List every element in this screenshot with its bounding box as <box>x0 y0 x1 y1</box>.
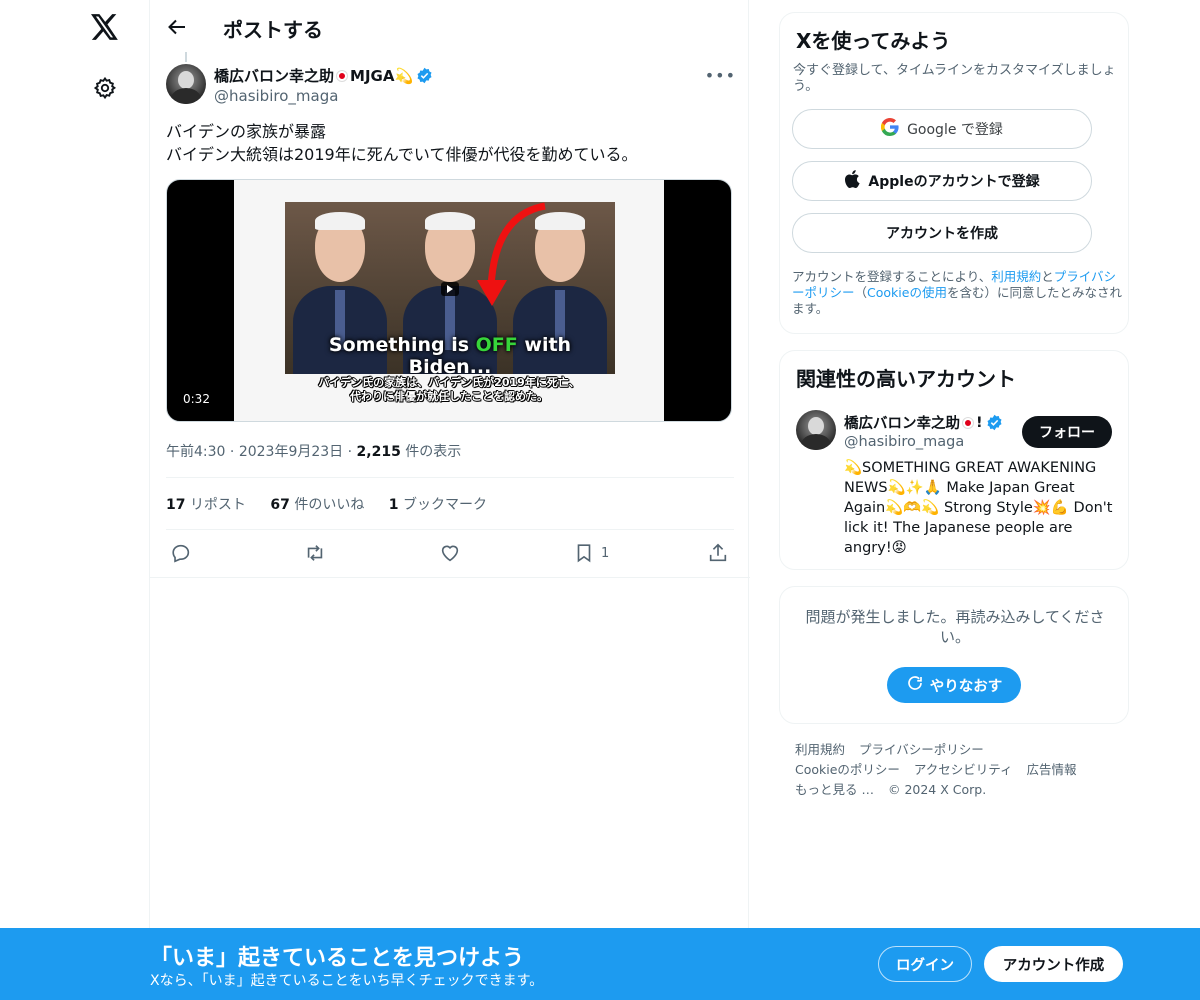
create-account-bottom-button[interactable]: アカウント作成 <box>984 946 1123 982</box>
share-icon[interactable] <box>707 541 729 565</box>
google-signup-label: Google で登録 <box>907 122 1003 138</box>
x-logo-icon[interactable] <box>88 10 122 44</box>
related-account-handle[interactable]: @hasibiro_maga <box>844 434 964 450</box>
refresh-icon <box>906 674 924 696</box>
reposts-stat[interactable]: 17 リポスト <box>166 497 246 513</box>
footer-link[interactable]: 利用規約 <box>795 742 845 757</box>
video-player[interactable]: Something is OFF with Biden... バイデン氏の家族は… <box>166 179 732 422</box>
tweet-text-line: バイデンの家族が暴露 <box>166 122 327 141</box>
bookmark-count: 1 <box>601 545 610 561</box>
video-thumbnail: Something is OFF with Biden... <box>285 202 615 374</box>
cookie-link[interactable]: Cookieの使用 <box>867 285 947 300</box>
bookmark-icon[interactable]: 1 <box>573 541 609 565</box>
apple-signup-button[interactable]: Appleのアカウントで登録 <box>792 161 1092 201</box>
error-card: 問題が発生しました。再読み込みしてください。 やりなおす <box>779 586 1129 724</box>
left-nav <box>0 0 150 1000</box>
thread-line <box>185 52 187 62</box>
verified-badge-icon <box>986 414 1003 431</box>
divider <box>150 577 750 578</box>
play-icon[interactable] <box>441 282 459 296</box>
bookmarks-stat[interactable]: 1 ブックマーク <box>389 497 487 513</box>
footer-link[interactable]: アクセシビリティ <box>914 762 1013 777</box>
avatar[interactable] <box>166 64 206 104</box>
japan-flag-icon <box>963 417 973 428</box>
footer-link[interactable]: もっと見る … <box>795 782 874 797</box>
tweet-actions: 1 <box>170 541 730 565</box>
signup-terms: アカウントを登録することにより、利用規約とプライバシーポリシー（Cookieの使… <box>792 269 1122 316</box>
tweet-stats: 17 リポスト 67 件のいいね 1 ブックマーク <box>166 494 507 514</box>
related-title: 関連性の高いアカウント <box>796 367 1016 391</box>
verified-badge-icon <box>416 67 433 84</box>
red-arrow-icon <box>477 202 546 306</box>
back-arrow-icon[interactable] <box>164 14 190 40</box>
google-signup-button[interactable]: Google で登録 <box>792 109 1092 149</box>
footer-copyright: © 2024 X Corp. <box>887 782 987 797</box>
like-icon[interactable] <box>439 541 461 565</box>
retry-label: やりなおす <box>929 678 1003 695</box>
video-duration: 0:32 <box>177 391 216 407</box>
bottom-bar-title: 「いま」起きていることを見つけよう <box>150 946 525 971</box>
video-caption: Something is OFF with Biden... <box>328 334 572 374</box>
terms-link[interactable]: 利用規約 <box>991 269 1041 284</box>
signup-title: Xを使ってみよう <box>796 29 951 53</box>
related-account-name[interactable]: 橋広バロン幸之助 ! <box>844 412 1003 433</box>
reply-icon[interactable] <box>170 541 192 565</box>
signup-description: 今すぐ登録して、タイムラインをカスタマイズしましょう。 <box>793 63 1116 94</box>
japan-flag-icon <box>337 70 348 81</box>
page-title: ポストする <box>223 18 323 42</box>
create-account-label: アカウントを作成 <box>886 226 998 242</box>
tweet-text-line: バイデン大統領は2019年に死んでいて俳優が代役を勤めている。 <box>166 145 638 164</box>
tweet-date[interactable]: 2023年9月23日 <box>239 444 343 460</box>
related-accounts-card: 関連性の高いアカウント 橋広バロン幸之助 ! @hasibiro_maga フォ… <box>779 350 1129 570</box>
create-account-button[interactable]: アカウントを作成 <box>792 213 1092 253</box>
tweet-meta: 午前4:30 · 2023年9月23日 · 2,215 件の表示 <box>166 444 462 460</box>
footer-links: 利用規約 プライバシーポリシー Cookieのポリシー アクセシビリティ 広告情… <box>795 740 1115 800</box>
top-bar: ポストする <box>150 0 750 53</box>
likes-stat[interactable]: 67 件のいいね <box>270 497 364 513</box>
signup-card: Xを使ってみよう 今すぐ登録して、タイムラインをカスタマイズしましょう。 Goo… <box>779 12 1129 334</box>
footer-link[interactable]: 広告情報 <box>1027 762 1077 777</box>
author-tag: MJGA💫 <box>350 66 414 85</box>
error-message: 問題が発生しました。再読み込みしてください。 <box>805 608 1105 646</box>
author-name-text: 橋広バロン幸之助 <box>214 67 335 85</box>
retry-button[interactable]: やりなおす <box>887 667 1021 703</box>
login-button[interactable]: ログイン <box>878 946 972 982</box>
repost-icon[interactable] <box>304 541 326 565</box>
tweet-text: バイデンの家族が暴露 バイデン大統領は2019年に死んでいて俳優が代役を勤めてい… <box>166 120 736 166</box>
footer-link[interactable]: プライバシーポリシー <box>859 742 984 757</box>
tweet-time[interactable]: 午前4:30 <box>166 444 225 460</box>
video-subtitle: バイデン氏の家族は、バイデン氏が2019年に死亡、 代わりに俳優が就任したことを… <box>318 376 580 403</box>
author-handle[interactable]: @hasibiro_maga <box>214 87 338 105</box>
google-icon <box>881 118 899 140</box>
video-frame: Something is OFF with Biden... バイデン氏の家族は… <box>234 180 664 421</box>
divider <box>166 529 734 530</box>
main-column: ポストする 橋広バロン幸之助 MJGA💫 @hasibiro_maga ••• … <box>149 0 750 1000</box>
author-name[interactable]: 橋広バロン幸之助 MJGA💫 <box>214 65 433 86</box>
views-label: 件の表示 <box>405 444 462 460</box>
related-account-bio: 💫SOMETHING GREAT AWAKENING NEWS💫✨🙏 Make … <box>844 460 1113 556</box>
tweet-author: 橋広バロン幸之助 MJGA💫 @hasibiro_maga ••• <box>166 64 736 108</box>
bottom-signup-bar: 「いま」起きていることを見つけよう Xなら、「いま」起きていることをいち早くチェ… <box>0 928 1200 1000</box>
apple-signup-label: Appleのアカウントで登録 <box>868 174 1040 190</box>
more-options-icon[interactable]: ••• <box>705 66 736 85</box>
gear-icon[interactable] <box>90 73 120 103</box>
views-count: 2,215 <box>356 444 401 460</box>
avatar[interactable] <box>796 410 836 450</box>
divider <box>166 477 734 478</box>
follow-button[interactable]: フォロー <box>1022 416 1112 448</box>
footer-link[interactable]: Cookieのポリシー <box>795 762 900 777</box>
bottom-bar-subtitle: Xなら、「いま」起きていることをいち早くチェックできます。 <box>150 973 544 989</box>
apple-icon <box>844 170 860 192</box>
